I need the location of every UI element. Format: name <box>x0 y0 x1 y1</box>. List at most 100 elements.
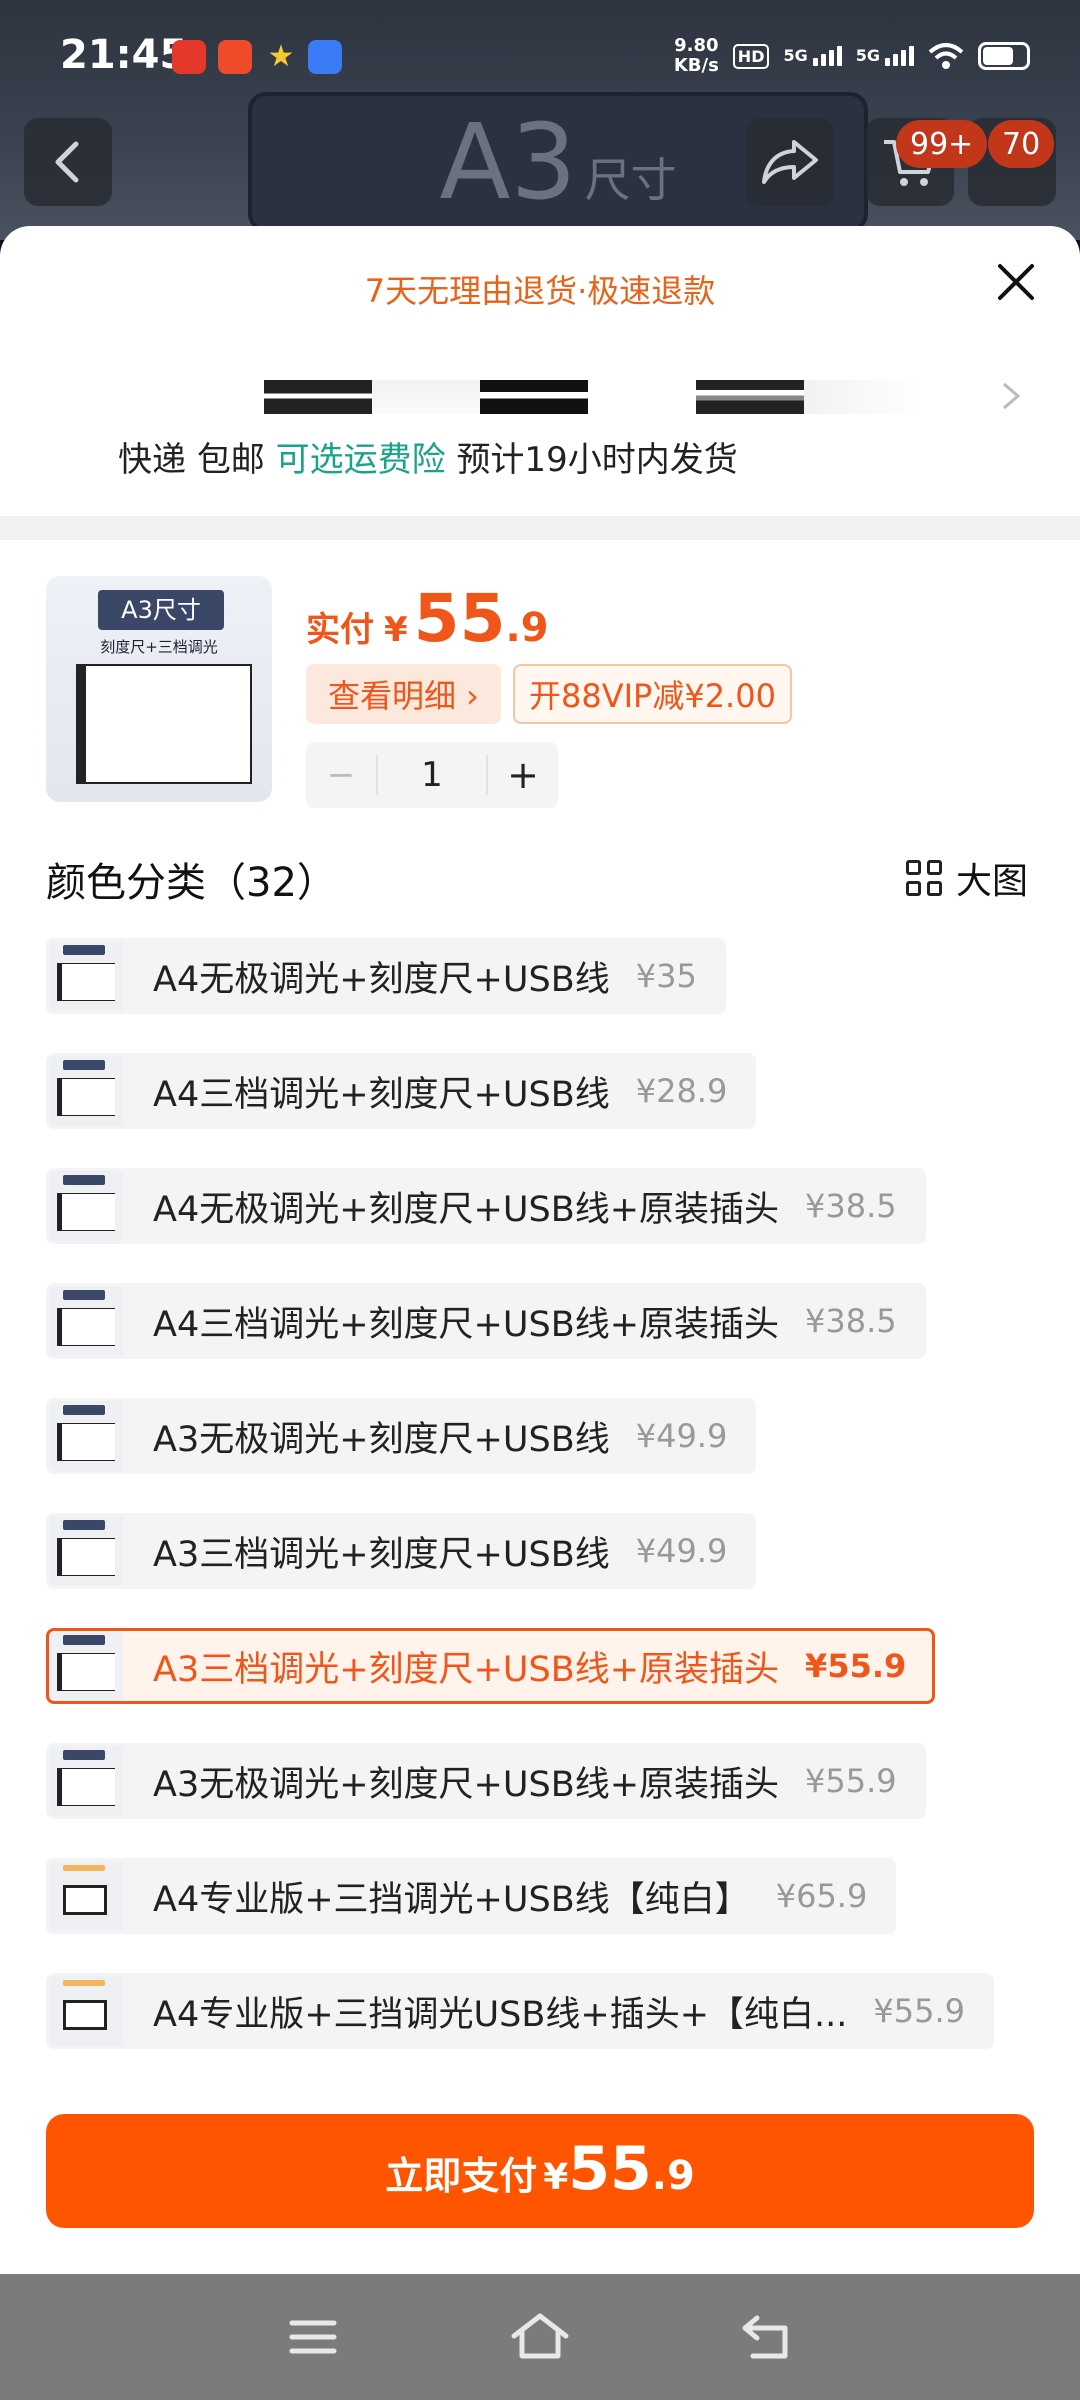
option-item[interactable]: A4无极调光+刻度尺+USB线 ¥35 <box>46 938 726 1014</box>
option-label: A4专业版+三挡调光+USB线【纯白】 <box>153 1879 750 1920</box>
option-label: A3三档调光+刻度尺+USB线 <box>153 1534 610 1575</box>
product-thumbnail[interactable]: A3尺寸 刻度尺+三档调光 <box>46 576 272 802</box>
color-options-list: A4无极调光+刻度尺+USB线 ¥35 A4三档调光+刻度尺+USB线 ¥28.… <box>0 922 1080 2082</box>
options-title: 颜色分类（32） <box>46 860 337 906</box>
option-price: ¥65.9 <box>775 1877 868 1915</box>
chevron-left-icon <box>55 141 79 183</box>
increase-quantity-button[interactable]: + <box>488 753 558 797</box>
option-label: A4专业版+三挡调光USB线+插头+【纯白... <box>153 1994 848 2035</box>
option-item[interactable]: A3无极调光+刻度尺+USB线 ¥49.9 <box>46 1398 757 1474</box>
shipping-info: 快递 包邮 可选运费险 预计19小时内发货 <box>118 432 738 481</box>
shipping-free: 包邮 <box>196 440 265 480</box>
option-item[interactable]: A4无极调光+刻度尺+USB线+原装插头 ¥38.5 <box>46 1168 926 1244</box>
vip-discount-button[interactable]: 开88VIP减¥2.00 <box>512 664 792 724</box>
shipping-express: 快递 <box>118 440 186 480</box>
option-thumbnail <box>49 1516 123 1586</box>
wifi-icon <box>928 43 964 69</box>
status-time: 21:45 <box>60 32 188 78</box>
view-price-detail-button[interactable]: 查看明细 › <box>306 664 501 724</box>
pay-integer: 55 <box>568 2134 652 2204</box>
option-label: A3无极调光+刻度尺+USB线+原装插头 <box>153 1764 780 1805</box>
share-button[interactable] <box>746 118 834 206</box>
price-decimal: .9 <box>505 605 549 651</box>
home-icon <box>511 2313 569 2359</box>
option-item-selected[interactable]: A3三档调光+刻度尺+USB线+原装插头 ¥55.9 <box>46 1628 936 1704</box>
status-indicators: 9.80 KB/s HD 5G 5G <box>674 34 1030 78</box>
banner-size: A3 <box>439 101 577 223</box>
option-price: ¥49.9 <box>635 1532 728 1570</box>
option-label: A4三档调光+刻度尺+USB线 <box>153 1074 610 1115</box>
option-thumbnail <box>49 1286 123 1356</box>
option-price: ¥55.9 <box>805 1647 907 1685</box>
sheet-header: 7天无理由退货·极速退款 快递 包邮 可选运费险 预计19小时内发货 <box>0 226 1080 516</box>
price-actions: 查看明细 › 开88VIP减¥2.00 <box>306 664 792 724</box>
option-thumbnail <box>49 1861 123 1931</box>
net-speed-value: 9.80 <box>674 35 719 56</box>
pay-now-button[interactable]: 立即支付 ¥ 55 .9 <box>46 2114 1034 2228</box>
pay-currency: ¥ <box>543 2157 569 2198</box>
chevron-right-icon[interactable] <box>996 376 1026 416</box>
option-item[interactable]: A4三档调光+刻度尺+USB线+原装插头 ¥38.5 <box>46 1283 926 1359</box>
option-item[interactable]: A3三档调光+刻度尺+USB线 ¥49.9 <box>46 1513 757 1589</box>
shopping-app-icon <box>218 40 252 74</box>
thumbnail-caption: 刻度尺+三档调光 <box>100 638 218 656</box>
option-label: A4三档调光+刻度尺+USB线+原装插头 <box>153 1304 780 1345</box>
large-image-view-toggle[interactable]: 大图 <box>905 852 1028 904</box>
option-item[interactable]: A4专业版+三挡调光+USB线【纯白】 ¥65.9 <box>46 1858 897 1934</box>
product-summary: A3尺寸 刻度尺+三档调光 实付 ¥ 55 .9 查看明细 › 开88VIP减¥… <box>0 540 1080 830</box>
return-policy-banner: 7天无理由退货·极速退款 <box>364 272 716 310</box>
shipping-estimate: 预计19小时内发货 <box>456 440 738 480</box>
quantity-stepper: − 1 + <box>306 742 558 808</box>
shipping-insurance-link[interactable]: 可选运费险 <box>276 440 446 480</box>
decrease-quantity-button[interactable]: − <box>306 755 376 795</box>
return-icon <box>742 2315 788 2359</box>
option-label: A3无极调光+刻度尺+USB线 <box>153 1419 610 1460</box>
hd-icon: HD <box>732 43 770 69</box>
thumbnail-size-tag: A3尺寸 <box>98 590 224 630</box>
sku-selection-sheet: 7天无理由退货·极速退款 快递 包邮 可选运费险 预计19小时内发货 A3尺寸 … <box>0 226 1080 2274</box>
option-price: ¥38.5 <box>805 1187 897 1225</box>
option-label: A4无极调光+刻度尺+USB线+原装插头 <box>153 1189 780 1230</box>
back-button[interactable] <box>24 118 112 206</box>
option-label: A4无极调光+刻度尺+USB线 <box>153 959 610 1000</box>
taobao-app-icon <box>172 40 206 74</box>
quantity-value[interactable]: 1 <box>376 755 488 795</box>
status-bar: 21:45 ★ 9.80 KB/s HD 5G 5G <box>0 0 1080 110</box>
menu-button[interactable] <box>273 2302 353 2372</box>
star-icon: ★ <box>267 39 295 74</box>
section-divider <box>0 516 1080 540</box>
option-price: ¥38.5 <box>805 1302 897 1340</box>
battery-icon <box>978 42 1030 70</box>
option-thumbnail <box>49 941 123 1011</box>
actual-price: 实付 ¥ 55 .9 <box>306 580 549 657</box>
option-item[interactable]: A3无极调光+刻度尺+USB线+原装插头 ¥55.9 <box>46 1743 926 1819</box>
sim2-label: 5G <box>855 46 880 65</box>
sim1-label: 5G <box>783 46 808 65</box>
banner-size-unit: 尺寸 <box>584 153 677 207</box>
net-speed-unit: KB/s <box>673 55 719 76</box>
share-icon <box>762 140 818 184</box>
option-item[interactable]: A4三档调光+刻度尺+USB线 ¥28.9 <box>46 1053 757 1129</box>
store-app-icon <box>308 40 342 74</box>
option-item[interactable]: A4专业版+三挡调光USB线+插头+【纯白... ¥55.9 <box>46 1973 995 2049</box>
option-price: ¥35 <box>635 957 697 995</box>
price-integer: 55 <box>413 580 506 657</box>
large-image-label: 大图 <box>955 861 1028 902</box>
back-nav-button[interactable] <box>727 2302 807 2372</box>
net-speed: 9.80 KB/s <box>674 36 719 76</box>
option-price: ¥55.9 <box>805 1762 897 1800</box>
message-count-badge: 70 <box>988 120 1055 168</box>
price-label: 实付 <box>306 610 374 650</box>
option-label: A3三档调光+刻度尺+USB线+原装插头 <box>153 1649 780 1690</box>
thumbnail-lightpad-image <box>76 664 252 784</box>
pay-decimal: .9 <box>651 2153 695 2199</box>
option-price: ¥55.9 <box>873 1992 966 2030</box>
price-currency: ¥ <box>384 610 408 650</box>
home-button[interactable] <box>500 2302 580 2372</box>
option-thumbnail <box>49 1056 123 1126</box>
option-thumbnail <box>49 1631 123 1701</box>
close-icon[interactable] <box>990 256 1042 308</box>
options-header: 颜色分类（32） 大图 <box>0 830 1080 922</box>
grid-view-icon <box>905 860 942 896</box>
option-thumbnail <box>49 1746 123 1816</box>
